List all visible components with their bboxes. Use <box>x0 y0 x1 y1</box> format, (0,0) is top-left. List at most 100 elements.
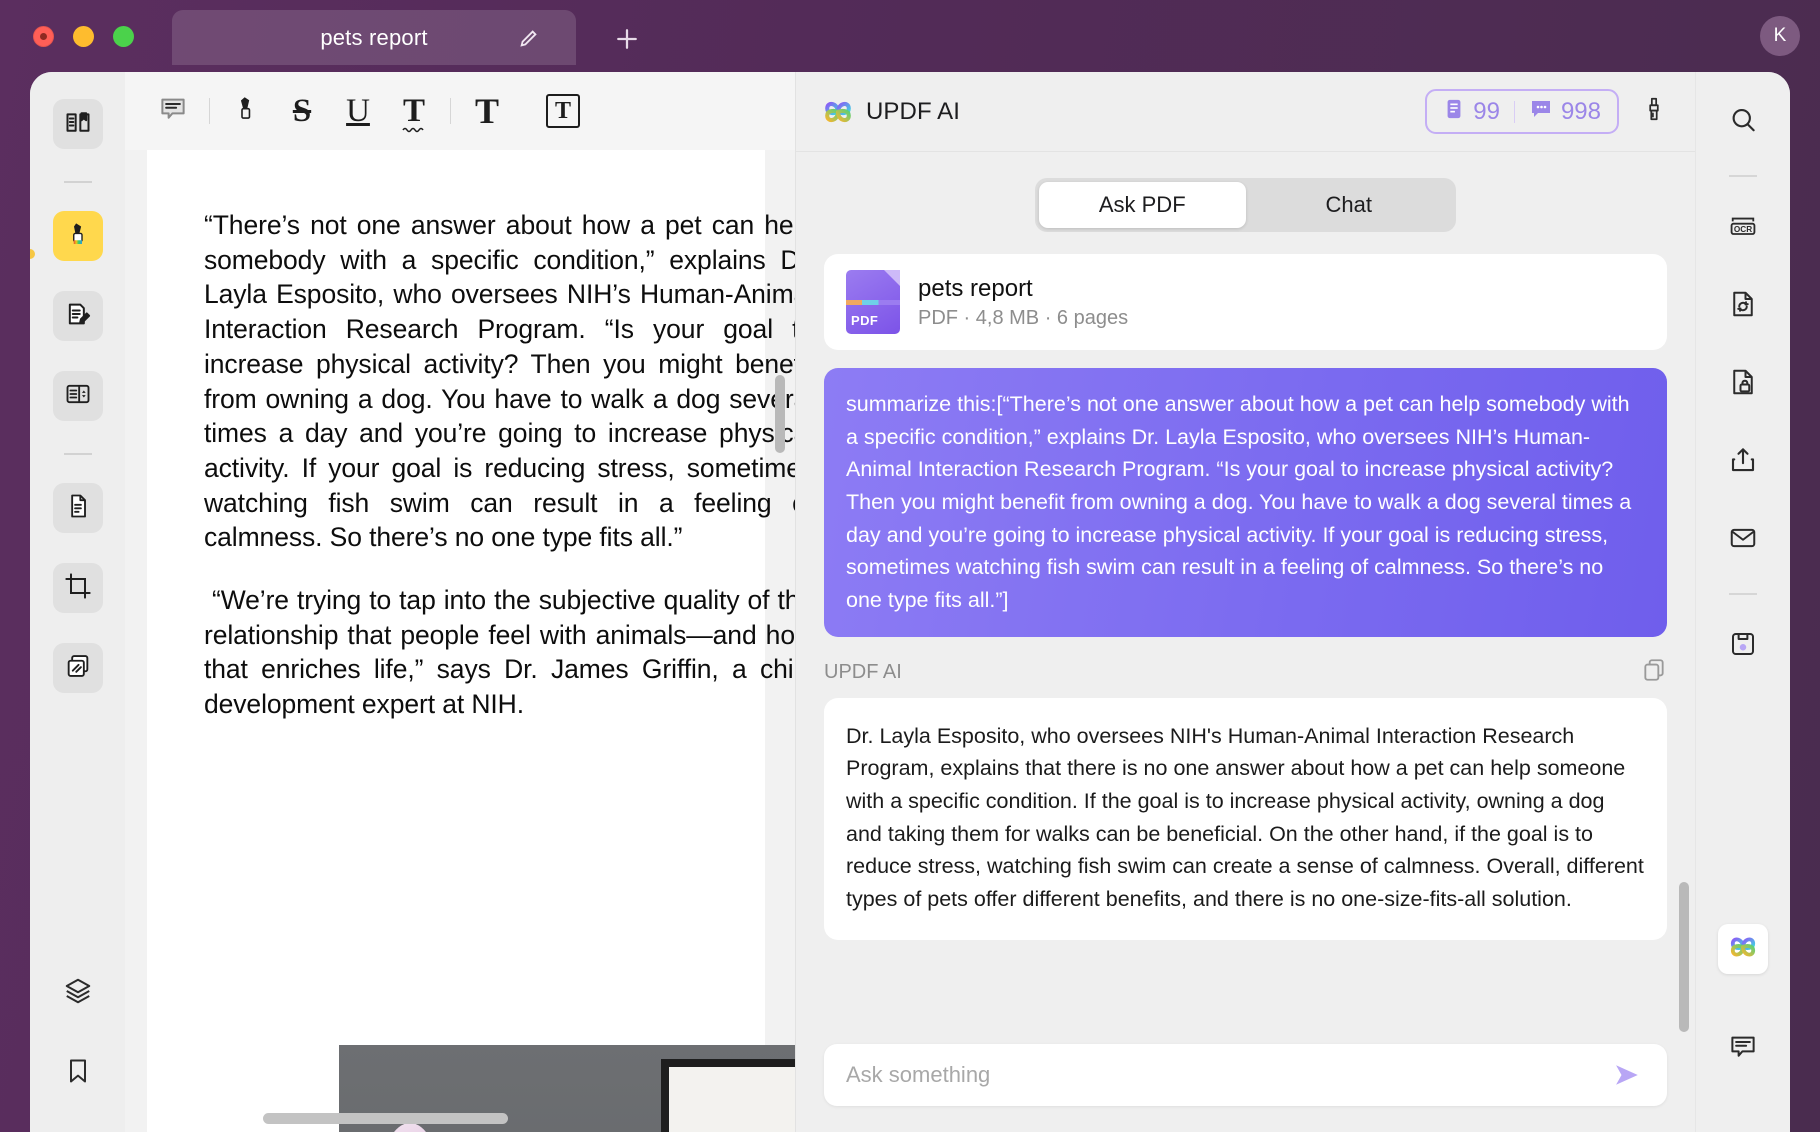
updf-ai-logo-icon <box>820 94 856 130</box>
sidebar-item-crop[interactable] <box>52 563 103 613</box>
pdf-text-content: “There’s not one answer about how a pet … <box>147 150 795 722</box>
close-button[interactable] <box>33 26 54 47</box>
comment-tool-button[interactable] <box>145 87 201 135</box>
sidebar-item-edit-pdf[interactable] <box>52 291 103 341</box>
rail-divider-1 <box>63 181 92 183</box>
text-box-tool-button[interactable]: T <box>535 87 591 135</box>
comment-panel-icon <box>1728 1032 1758 1067</box>
assistant-label: UPDF AI <box>824 660 902 683</box>
tab-title: pets report <box>320 24 428 50</box>
pdf-page-area[interactable]: “There’s not one answer about how a pet … <box>125 150 795 1132</box>
app-shell: S U T T T “There’s not one answer about … <box>30 72 1790 1132</box>
toolbar-item-search[interactable] <box>1718 97 1768 147</box>
left-toolbar <box>30 72 125 1132</box>
page-layout-icon <box>64 380 92 413</box>
attached-file-meta: PDF · 4,8 MB · 6 pages <box>918 306 1129 329</box>
sidebar-item-highlighter[interactable] <box>52 211 103 261</box>
annotation-toolbar: S U T T T <box>125 72 795 150</box>
toolbar-item-updf-ai[interactable] <box>1718 924 1768 974</box>
ai-mode-tabs: Ask PDF Chat <box>1035 178 1456 232</box>
toolbar-divider-1 <box>209 98 210 124</box>
minimize-button[interactable] <box>73 26 94 47</box>
avatar[interactable]: K <box>1760 16 1800 56</box>
user-message-bubble: summarize this:[“There’s not one answer … <box>824 368 1667 637</box>
toolbar-item-comments[interactable] <box>1718 1024 1768 1074</box>
rail-divider-2 <box>63 453 92 455</box>
tab-chat[interactable]: Chat <box>1246 182 1453 228</box>
updf-ai-icon <box>1726 930 1760 969</box>
tab-ask-pdf[interactable]: Ask PDF <box>1039 182 1246 228</box>
squiggly-underline-icon: T <box>402 93 425 132</box>
strikethrough-tool-button[interactable]: S <box>274 87 330 135</box>
toolbar-item-share[interactable] <box>1718 437 1768 487</box>
sidebar-item-bookmarks[interactable] <box>53 1048 103 1098</box>
document-credits: 99 <box>1443 96 1500 127</box>
document-tab[interactable]: pets report <box>172 10 576 65</box>
maximize-button[interactable] <box>113 26 134 47</box>
layers-icon <box>63 976 93 1011</box>
new-tab-button[interactable] <box>612 24 642 54</box>
tulip <box>381 1123 439 1132</box>
protect-icon <box>1728 367 1758 402</box>
assistant-message-bubble: Dr. Layla Esposito, who oversees NIH's H… <box>824 697 1667 940</box>
underline-tool-button[interactable]: U <box>330 87 386 135</box>
compare-icon <box>64 652 92 685</box>
toolbar-item-save[interactable] <box>1718 621 1768 671</box>
share-icon <box>1728 445 1758 480</box>
picture-frame <box>661 1059 795 1132</box>
app-window: pets report K S U T T T “There’s not one… <box>0 0 1820 1132</box>
pdf-vertical-scrollbar[interactable] <box>775 375 785 453</box>
sidebar-item-compare[interactable] <box>52 643 103 693</box>
ocr-icon: OCR <box>1727 212 1759 245</box>
toolbar-item-convert[interactable] <box>1718 281 1768 331</box>
text-tool-button[interactable]: T <box>459 87 515 135</box>
pdf-horizontal-scrollbar[interactable] <box>263 1113 508 1124</box>
send-icon[interactable] <box>1611 1062 1645 1088</box>
svg-text:OCR: OCR <box>1734 224 1752 233</box>
chat-credit-count: 998 <box>1560 97 1601 125</box>
pdf-icon-stripes <box>846 300 900 305</box>
right-rail-divider <box>1729 175 1757 177</box>
copy-icon[interactable] <box>1641 657 1667 688</box>
highlight-icon <box>230 93 262 130</box>
attached-file-card[interactable]: PDF pets report PDF · 4,8 MB · 6 pages <box>824 254 1667 350</box>
strikethrough-icon: S <box>292 92 312 129</box>
chat-credits: 998 <box>1529 97 1601 126</box>
sidebar-item-layers[interactable] <box>53 968 103 1018</box>
bookmark-icon <box>64 1057 92 1090</box>
pdf-badge-label: PDF <box>851 313 879 328</box>
right-toolbar: OCR <box>1695 72 1790 1132</box>
ai-vertical-scrollbar[interactable] <box>1679 882 1689 1032</box>
sidebar-item-organize-pages[interactable] <box>52 371 103 421</box>
toolbar-item-protect[interactable] <box>1718 359 1768 409</box>
ai-panel-header: UPDF AI 99 998 <box>796 72 1695 152</box>
avatar-initial: K <box>1773 25 1787 46</box>
brush-icon[interactable] <box>1641 94 1667 129</box>
ask-something-input[interactable] <box>846 1062 1611 1088</box>
convert-icon <box>64 492 92 525</box>
ai-panel-title: UPDF AI <box>866 97 961 125</box>
ai-conversation-area[interactable]: Ask PDF Chat PDF pets report PDF · 4,8 M… <box>796 152 1695 1044</box>
toolbar-item-email[interactable] <box>1718 515 1768 565</box>
underline-icon: U <box>346 92 370 129</box>
highlighter-icon <box>63 219 93 254</box>
text-icon: T <box>474 91 499 131</box>
comment-icon <box>158 94 188 129</box>
edit-pdf-icon <box>64 300 92 333</box>
convert-file-icon <box>1728 289 1758 324</box>
credits-badge[interactable]: 99 998 <box>1425 89 1619 134</box>
edit-pencil-icon[interactable] <box>518 27 540 49</box>
ai-composer[interactable] <box>824 1044 1667 1106</box>
sidebar-item-convert[interactable] <box>52 483 103 533</box>
highlight-tool-button[interactable] <box>218 87 274 135</box>
pdf-paragraph: “There’s not one answer about how a pet … <box>204 210 795 553</box>
attached-file-info: pets report PDF · 4,8 MB · 6 pages <box>918 275 1128 330</box>
ai-panel: UPDF AI 99 998 Ask PDF Chat PDF pets rep… <box>796 72 1695 1132</box>
toolbar-item-ocr[interactable]: OCR <box>1718 203 1768 253</box>
pdf-viewer: S U T T T “There’s not one answer about … <box>125 72 796 1132</box>
pdf-paragraph: “We’re trying to tap into the subjective… <box>204 585 795 720</box>
squiggly-underline-tool-button[interactable]: T <box>386 87 442 135</box>
pdf-file-icon: PDF <box>846 270 900 334</box>
sidebar-item-reader-mode[interactable] <box>52 99 103 149</box>
ai-composer-area <box>796 1044 1695 1132</box>
